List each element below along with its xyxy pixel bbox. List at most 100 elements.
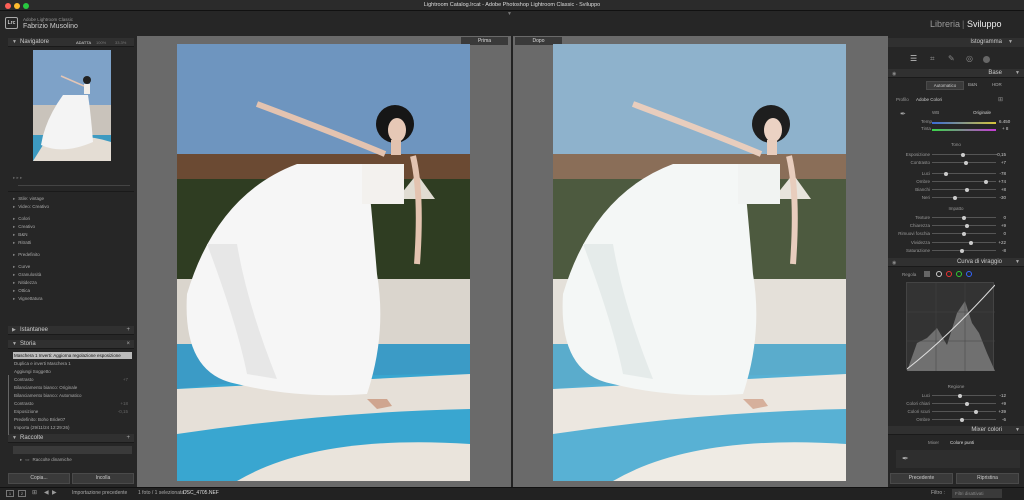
reset-button[interactable]: Ripristina [956, 473, 1019, 484]
slider-track[interactable] [932, 248, 996, 253]
slider-track[interactable] [932, 179, 996, 184]
module-develop[interactable]: Sviluppo [967, 19, 1002, 29]
slider-knob[interactable] [960, 152, 965, 157]
slider-knob[interactable] [953, 195, 957, 200]
slider-track[interactable] [932, 187, 996, 192]
preset-group[interactable]: ▸ Ottica [13, 287, 131, 294]
slider-region-3[interactable]: Ombre -6 [892, 416, 1014, 423]
slider-track[interactable] [932, 417, 996, 422]
slider-track[interactable] [932, 160, 996, 165]
slider-value[interactable]: -6 [990, 416, 1006, 423]
sliders-icon[interactable]: ☰ [910, 54, 917, 63]
history-scrollbar[interactable] [8, 375, 9, 435]
slider-value[interactable]: +39 [990, 408, 1006, 415]
slider-value[interactable]: 0 [990, 214, 1006, 221]
slider-knob[interactable] [960, 417, 965, 422]
preset-group[interactable]: ▸ Nitidezza [13, 279, 131, 286]
slider-region-0[interactable]: Luci -12 [892, 392, 1014, 399]
histogram-header[interactable]: Istogramma [888, 38, 1024, 47]
preset-group[interactable]: ▸ Stile: vintage [13, 195, 131, 202]
slider-value[interactable]: +22 [990, 239, 1006, 246]
history-step[interactable]: Bilanciamento bianco: Automatico [13, 392, 132, 399]
temp-slider[interactable] [932, 122, 996, 124]
parametric-curve-icon[interactable] [924, 271, 930, 277]
history-step[interactable]: Contrasto +18 [13, 400, 132, 407]
slider-tone2-2[interactable]: Bianchi +8 [892, 186, 1014, 193]
slider-track[interactable] [932, 171, 996, 176]
navigator-preview[interactable] [33, 50, 111, 161]
crop-icon[interactable]: ⌗ [930, 54, 935, 64]
preset-group[interactable]: ▸ Vignettatura [13, 295, 131, 302]
before-photo[interactable] [177, 44, 470, 481]
previous-button[interactable]: Precedente [890, 473, 953, 484]
monitor-1-icon[interactable]: 1 [6, 490, 14, 497]
basic-header[interactable]: Base ▼ [888, 69, 1024, 78]
preset-group[interactable]: ▸ Curve [13, 263, 131, 270]
filter-select[interactable]: Filtri disattivati [952, 489, 1002, 498]
slider-value[interactable]: -78 [990, 170, 1006, 177]
profile-select[interactable]: Adobe Colori [916, 97, 942, 102]
slider-knob[interactable] [965, 223, 969, 228]
slider-presence2-0[interactable]: Vividezza +22 [892, 239, 1014, 246]
collections-header[interactable]: ▼ Raccolte + [8, 434, 134, 443]
point-color-tab[interactable]: Colore punti [950, 440, 974, 445]
treatment-auto[interactable]: Automatico [926, 81, 964, 90]
after-photo[interactable] [553, 44, 846, 481]
slider-tone2-0[interactable]: Luci -78 [892, 170, 1014, 177]
point-color-area[interactable]: ✒ [896, 450, 1020, 468]
slider-tone-0[interactable]: Esposizione -0,15 [892, 151, 1014, 158]
visibility-toggle-icon[interactable]: ◉ [892, 71, 896, 77]
slider-knob[interactable] [962, 215, 966, 220]
slider-track[interactable] [932, 401, 996, 406]
clear-history-icon[interactable]: × [126, 340, 130, 349]
preset-group[interactable]: ▸ Video: Creativo [13, 203, 131, 210]
slider-tone-1[interactable]: Contrasto +7 [892, 159, 1014, 166]
triangle-down-icon[interactable]: ▼ [1008, 38, 1013, 47]
slider-value[interactable]: +7 [990, 159, 1006, 166]
tone-curve-header[interactable]: Curva di viraggio ▼ [888, 258, 1024, 267]
red-channel-icon[interactable] [946, 271, 952, 277]
profile-grid-icon[interactable]: ⊞ [998, 96, 1003, 103]
preset-group[interactable]: ▸ Ritratti [13, 239, 131, 246]
slider-value[interactable]: +74 [990, 178, 1006, 185]
eyedropper-icon[interactable]: ✒ [902, 454, 909, 463]
slider-track[interactable] [932, 393, 996, 398]
preset-group[interactable]: ▸ Colori [13, 215, 131, 222]
green-channel-icon[interactable] [956, 271, 962, 277]
slider-region-1[interactable]: Colori chiari +9 [892, 400, 1014, 407]
grid-view-icon[interactable]: ⊞ [32, 489, 37, 496]
collection-search-input[interactable] [13, 446, 132, 454]
mixer-tab[interactable]: Mixer [928, 440, 939, 445]
filename[interactable]: DSC_4705.NEF [183, 490, 219, 496]
slider-knob[interactable] [959, 248, 964, 253]
history-step[interactable]: Duplica e inverti Maschera 1 [13, 360, 132, 367]
tone-curve-graph[interactable] [906, 282, 996, 371]
redeye-icon[interactable]: ◎ [966, 54, 973, 63]
history-step[interactable]: Bilanciamento bianco: Originale [13, 384, 132, 391]
slider-knob[interactable] [944, 171, 948, 176]
slider-region-2[interactable]: Colori scuri +39 [892, 408, 1014, 415]
point-curve-icon[interactable] [936, 271, 942, 277]
mask-icon[interactable] [983, 56, 990, 63]
back-arrow-icon[interactable]: ◀ [44, 489, 49, 496]
preset-group[interactable]: ▸ Creativo [13, 223, 131, 230]
zoom-100[interactable]: 100% [96, 38, 106, 47]
collapse-top-arrow[interactable]: ▼ [507, 11, 512, 17]
slider-tone2-3[interactable]: Neri -30 [892, 194, 1014, 201]
slider-presence-1[interactable]: Chiarezza +9 [892, 222, 1014, 229]
monitor-2-icon[interactable]: 2 [18, 490, 26, 497]
history-step[interactable]: Contrasto +7 [13, 376, 132, 383]
slider-value[interactable]: -8 [990, 247, 1006, 254]
history-step[interactable]: Importa (29/11/24 12:29:26) [13, 424, 132, 431]
history-step[interactable]: Aggiungi Soggetto [13, 368, 132, 375]
slider-knob[interactable] [965, 187, 969, 192]
tint-slider[interactable] [932, 129, 996, 131]
zoom-33[interactable]: 33.3% [115, 38, 126, 47]
slider-knob[interactable] [958, 393, 963, 398]
slider-knob[interactable] [968, 240, 973, 245]
slider-track[interactable] [932, 223, 996, 228]
heal-icon[interactable]: ✎ [948, 54, 955, 63]
slider-value[interactable]: +9 [990, 222, 1006, 229]
blue-channel-icon[interactable] [966, 271, 972, 277]
module-library[interactable]: Libreria [930, 19, 960, 29]
